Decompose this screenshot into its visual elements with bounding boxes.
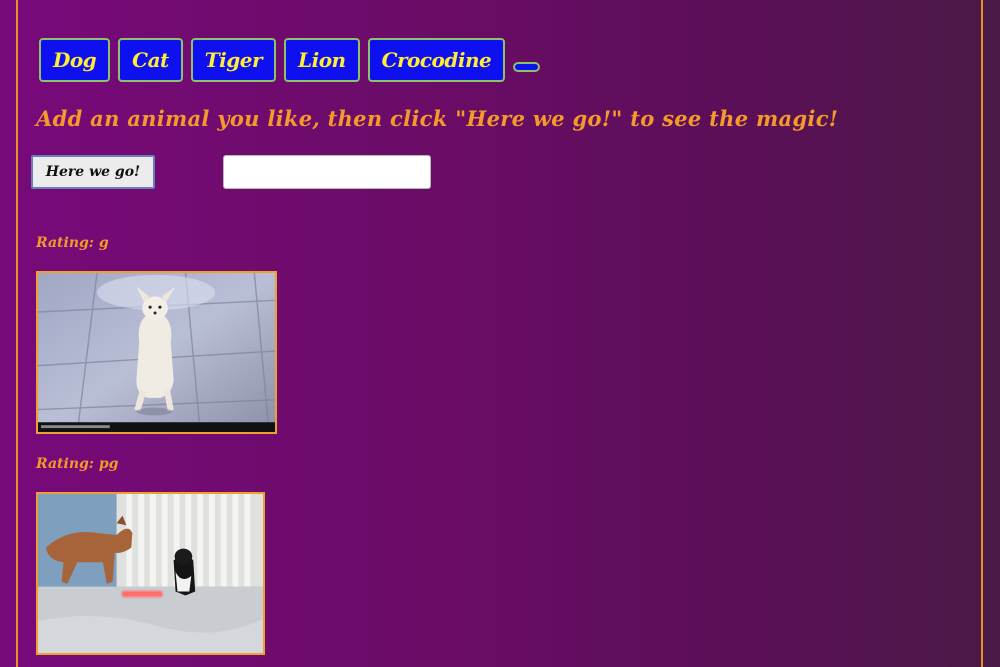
animal-button-empty[interactable] — [513, 62, 541, 72]
animal-button-crocodine[interactable]: Crocodine — [367, 38, 506, 82]
right-border-line — [981, 0, 983, 667]
animal-button-lion[interactable]: Lion — [284, 38, 360, 82]
animal-button-row: Dog Cat Tiger Lion Crocodine — [39, 38, 541, 82]
rating-label: Rating: g — [36, 235, 109, 251]
animal-button-cat[interactable]: Cat — [118, 38, 183, 82]
left-border-line — [16, 0, 18, 667]
rating-label: Rating: pg — [36, 456, 119, 472]
animal-button-tiger[interactable]: Tiger — [190, 38, 277, 82]
instructions-text: Add an animal you like, then click "Here… — [36, 106, 839, 131]
here-we-go-button[interactable]: Here we go! — [31, 155, 155, 189]
dog-cat-image — [38, 494, 263, 653]
chihuahua-standing-gif[interactable] — [36, 271, 277, 434]
dog-cat-laser-gif[interactable] — [36, 492, 265, 655]
chihuahua-image — [38, 273, 275, 432]
animal-input[interactable] — [223, 155, 431, 189]
animal-button-dog[interactable]: Dog — [39, 38, 111, 82]
